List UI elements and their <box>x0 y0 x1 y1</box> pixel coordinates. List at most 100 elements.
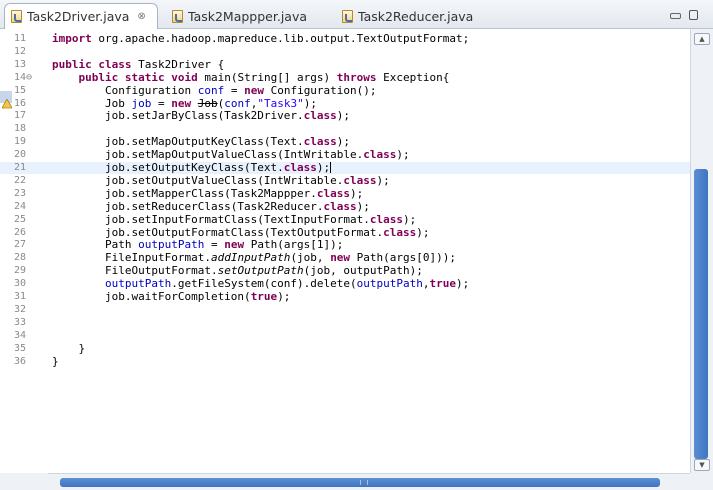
maximize-icon[interactable] <box>689 10 698 20</box>
code-token: job.waitForCompletion( <box>52 290 251 303</box>
code-text: job.setMapOutputValueClass(IntWritable.c… <box>52 149 410 161</box>
code-line[interactable]: 15 Configuration conf = new Configuratio… <box>0 83 690 97</box>
code-line[interactable]: 26 job.setOutputFormatClass(TextOutputFo… <box>0 225 690 239</box>
line-number: 18 <box>14 123 27 135</box>
code-line[interactable]: 34 <box>0 330 690 342</box>
code-token: (job, outputPath); <box>303 264 423 278</box>
tab-task2reducer[interactable]: Task2Reducer.java <box>336 3 486 29</box>
keyword-token: class <box>303 109 337 123</box>
line-number: 36 <box>14 355 27 367</box>
code-line[interactable]: 25 job.setInputFormatClass(TextInputForm… <box>0 213 690 226</box>
code-line[interactable]: 16 Job job = new Job(conf,"Task3"); <box>0 96 690 110</box>
line-number: 11 <box>14 33 27 44</box>
code-text: job.setMapOutputKeyClass(Text.class); <box>52 136 350 148</box>
code-token: Configuration <box>52 83 198 97</box>
code-token: main(String[] args) <box>197 70 337 84</box>
line-number: 14⊖ <box>14 71 33 83</box>
keyword-token: class <box>383 225 417 239</box>
code-line[interactable]: 35 } <box>0 342 690 355</box>
keyword-token: new <box>330 251 351 265</box>
keyword-token: public static void <box>78 70 198 84</box>
code-token: FileOutputFormat. <box>52 264 218 278</box>
code-text: job.setJarByClass(Task2Driver.class); <box>52 110 350 122</box>
code-token: ); <box>396 148 410 162</box>
code-line[interactable]: 23 job.setMapperClass(Task2Mappper.class… <box>0 186 690 200</box>
code-line[interactable]: 36} <box>0 355 690 368</box>
line-number: 22 <box>14 174 27 186</box>
code-token: job.setMapperClass(Task2Mappper. <box>52 186 317 200</box>
code-line[interactable]: 14⊖ public static void main(String[] arg… <box>0 70 690 84</box>
line-number: 28 <box>14 252 27 264</box>
code-token: job.setReducerClass(Task2Reducer. <box>52 199 324 213</box>
line-number: 20 <box>14 149 27 161</box>
code-line[interactable]: 11 import org.apache.hadoop.mapreduce.lib… <box>0 33 690 45</box>
warning-icon[interactable] <box>1 97 13 108</box>
horizontal-scroll-thumb[interactable] <box>60 478 660 487</box>
code-token: ); <box>277 290 291 303</box>
code-line[interactable]: 28 FileInputFormat.addInputPath(job, new… <box>0 252 690 264</box>
code-token: Job <box>197 96 218 110</box>
code-line[interactable]: 29 FileOutputFormat.setOutputPath(job, o… <box>0 265 690 277</box>
code-token: Path(args[0])); <box>350 251 457 265</box>
code-line[interactable]: 19 job.setMapOutputKeyClass(Text.class); <box>0 136 690 148</box>
line-number: 27 <box>14 239 27 251</box>
code-token: Path <box>52 238 139 252</box>
field-token: outputPath <box>138 238 205 252</box>
code-line[interactable]: 32 <box>0 304 690 316</box>
keyword-token: true <box>250 290 278 303</box>
code-line[interactable]: 20 job.setMapOutputValueClass(IntWritabl… <box>0 149 690 161</box>
code-token: Configuration(); <box>263 83 377 97</box>
tab-label: Task2Mappper.java <box>188 8 308 24</box>
scroll-up-icon[interactable]: ▲ <box>694 33 710 45</box>
horizontal-scrollbar[interactable] <box>48 473 690 490</box>
code-text: FileOutputFormat.setOutputPath(job, outp… <box>52 265 423 277</box>
code-line[interactable]: 33 <box>0 317 690 329</box>
code-line[interactable]: 24 job.setReducerClass(Task2Reducer.clas… <box>0 199 690 213</box>
code-token: job.setOutputValueClass(IntWritable. <box>52 173 344 187</box>
code-token: = <box>224 83 245 97</box>
field-token: conf <box>197 83 225 97</box>
line-number: 26 <box>14 226 27 238</box>
code-token: ); <box>356 199 370 213</box>
code-token: , <box>422 277 430 291</box>
code-token: ); <box>336 135 351 149</box>
code-line[interactable]: 18 <box>0 123 690 135</box>
java-file-icon <box>342 9 353 23</box>
field-token: outputPath <box>356 277 423 291</box>
vertical-scrollbar[interactable]: ▲ ▼ <box>690 29 713 473</box>
code-line[interactable]: 31 job.waitForCompletion(true); <box>0 291 690 303</box>
line-number: 15 <box>14 84 27 96</box>
code-token: Path(args[1]); <box>244 238 344 252</box>
code-text: } <box>52 342 85 355</box>
code-token: addInputPath <box>210 251 291 265</box>
code-text: job.setReducerClass(Task2Reducer.class); <box>52 199 370 213</box>
code-line[interactable]: 27 Path outputPath = new Path(args[1]); <box>0 239 690 251</box>
code-token: (job, <box>290 251 331 265</box>
code-token: ); <box>416 225 430 239</box>
code-line[interactable]: 30 outputPath.getFileSystem(conf).delete… <box>0 278 690 290</box>
vertical-scroll-thumb[interactable] <box>694 169 708 459</box>
code-line[interactable]: 12 <box>0 46 690 58</box>
code-line[interactable]: 17 job.setJarByClass(Task2Driver.class); <box>0 110 690 122</box>
keyword-token: class <box>363 148 397 162</box>
scroll-down-icon[interactable]: ▼ <box>694 459 710 471</box>
code-token: .getFileSystem(conf).delete( <box>171 277 357 291</box>
code-line[interactable]: 21 job.setOutputKeyClass(Text.class); <box>0 162 690 174</box>
code-line[interactable]: 22 job.setOutputValueClass(IntWritable.c… <box>0 173 690 187</box>
tab-task2driver[interactable]: Task2Driver.java ⊗ <box>4 3 158 29</box>
code-text: Path outputPath = new Path(args[1]); <box>52 239 343 251</box>
keyword-token: new <box>224 238 245 252</box>
code-line[interactable]: 13 public class Task2Driver { <box>0 58 690 71</box>
code-editor[interactable]: 11 import org.apache.hadoop.mapreduce.lib… <box>0 29 690 473</box>
close-tab-icon[interactable]: ⊗ <box>137 11 145 22</box>
code-text: job.waitForCompletion(true); <box>52 291 290 303</box>
keyword-token: class <box>343 173 377 187</box>
code-token: Job <box>52 96 132 110</box>
scrollbar-corner <box>690 473 713 490</box>
code-token: ); <box>316 161 331 174</box>
line-number: 30 <box>14 278 27 290</box>
minimize-icon[interactable] <box>670 13 681 19</box>
tab-task2mappper[interactable]: Task2Mappper.java <box>166 3 316 29</box>
line-number: 21 <box>14 162 27 173</box>
